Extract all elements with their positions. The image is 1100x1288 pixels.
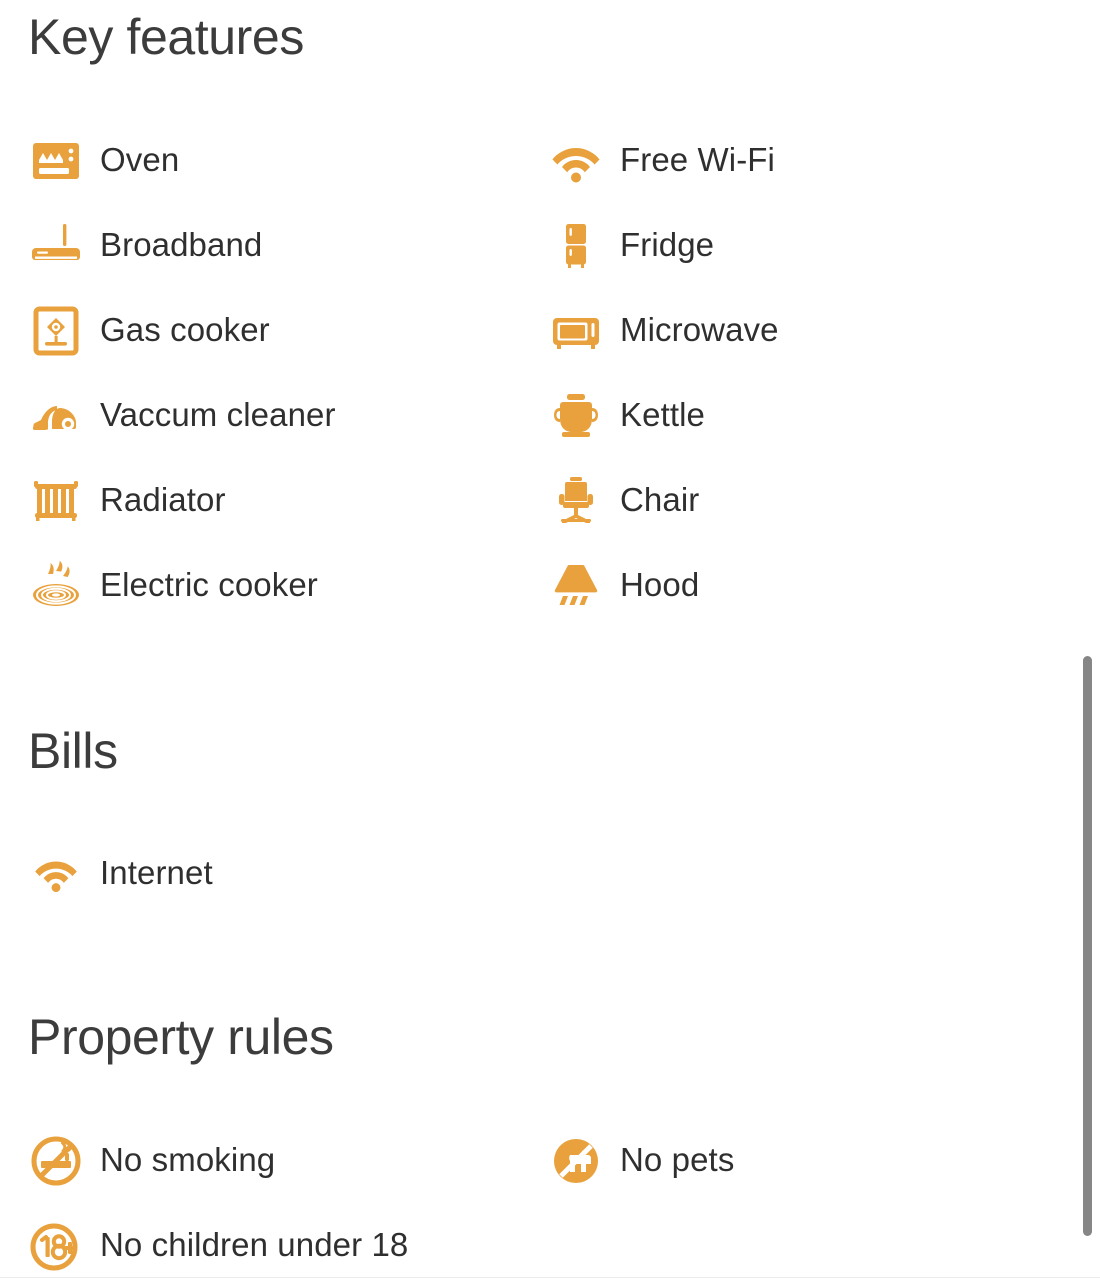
gas-cooker-icon xyxy=(28,303,84,359)
feature-item-free-wifi: Free Wi-Fi xyxy=(548,118,1068,203)
feature-item-chair: Chair xyxy=(548,458,1068,543)
bills-heading: Bills xyxy=(28,723,118,779)
rule-item-no-pets: No pets xyxy=(548,1118,1068,1203)
rule-item-no-smoking: No smoking xyxy=(28,1118,548,1203)
bill-item-internet: Internet xyxy=(28,838,213,908)
feature-label: Kettle xyxy=(620,396,705,434)
feature-label: Hood xyxy=(620,566,700,604)
feature-item-hood: Hood xyxy=(548,543,1068,628)
feature-item-kettle: Kettle xyxy=(548,373,1068,458)
feature-item-oven: Oven xyxy=(28,118,548,203)
feature-label: Vaccum cleaner xyxy=(100,396,336,434)
feature-item-broadband: Broadband xyxy=(28,203,548,288)
rule-label: No children under 18 xyxy=(100,1226,409,1264)
age-18-plus-icon xyxy=(28,1218,84,1274)
radiator-icon xyxy=(28,473,84,529)
vacuum-cleaner-icon xyxy=(28,388,84,444)
office-chair-icon xyxy=(548,473,604,529)
feature-label: Oven xyxy=(100,141,180,179)
microwave-icon xyxy=(548,303,604,359)
feature-label: Fridge xyxy=(620,226,715,264)
property-details-page: Key features Oven Free Wi-Fi Broadband F… xyxy=(0,0,1100,1284)
bill-label: Internet xyxy=(100,853,213,891)
key-features-grid: Oven Free Wi-Fi Broadband Fridge Gas coo… xyxy=(28,118,1068,628)
feature-label: Broadband xyxy=(100,226,263,264)
bills-list: Internet xyxy=(28,838,213,908)
feature-label: Microwave xyxy=(620,311,779,349)
no-pets-icon xyxy=(548,1133,604,1189)
no-smoking-icon xyxy=(28,1133,84,1189)
feature-item-gas-cooker: Gas cooker xyxy=(28,288,548,373)
rule-label: No smoking xyxy=(100,1141,276,1179)
feature-label: Gas cooker xyxy=(100,311,270,349)
feature-label: Chair xyxy=(620,481,700,519)
rule-label: No pets xyxy=(620,1141,735,1179)
oven-icon xyxy=(28,133,84,189)
feature-label: Free Wi-Fi xyxy=(620,141,775,179)
feature-label: Electric cooker xyxy=(100,566,318,604)
wifi-icon xyxy=(28,845,84,901)
electric-hob-icon xyxy=(28,558,84,614)
extractor-hood-icon xyxy=(548,558,604,614)
fridge-icon xyxy=(548,218,604,274)
router-icon xyxy=(28,218,84,274)
rule-item-no-children-under-18: No children under 18 xyxy=(28,1203,548,1288)
feature-item-vacuum-cleaner: Vaccum cleaner xyxy=(28,373,548,458)
bottom-divider xyxy=(0,1277,1100,1278)
feature-item-electric-cooker: Electric cooker xyxy=(28,543,548,628)
kettle-icon xyxy=(548,388,604,444)
feature-item-fridge: Fridge xyxy=(548,203,1068,288)
feature-item-microwave: Microwave xyxy=(548,288,1068,373)
property-rules-heading: Property rules xyxy=(28,1009,334,1065)
feature-item-radiator: Radiator xyxy=(28,458,548,543)
vertical-scrollbar-thumb[interactable] xyxy=(1083,656,1092,1236)
wifi-icon xyxy=(548,133,604,189)
key-features-heading: Key features xyxy=(28,9,304,65)
vertical-scrollbar-track[interactable] xyxy=(1078,0,1100,1284)
feature-label: Radiator xyxy=(100,481,226,519)
property-rules-grid: No smoking No pets No children under 18 xyxy=(28,1118,1068,1288)
